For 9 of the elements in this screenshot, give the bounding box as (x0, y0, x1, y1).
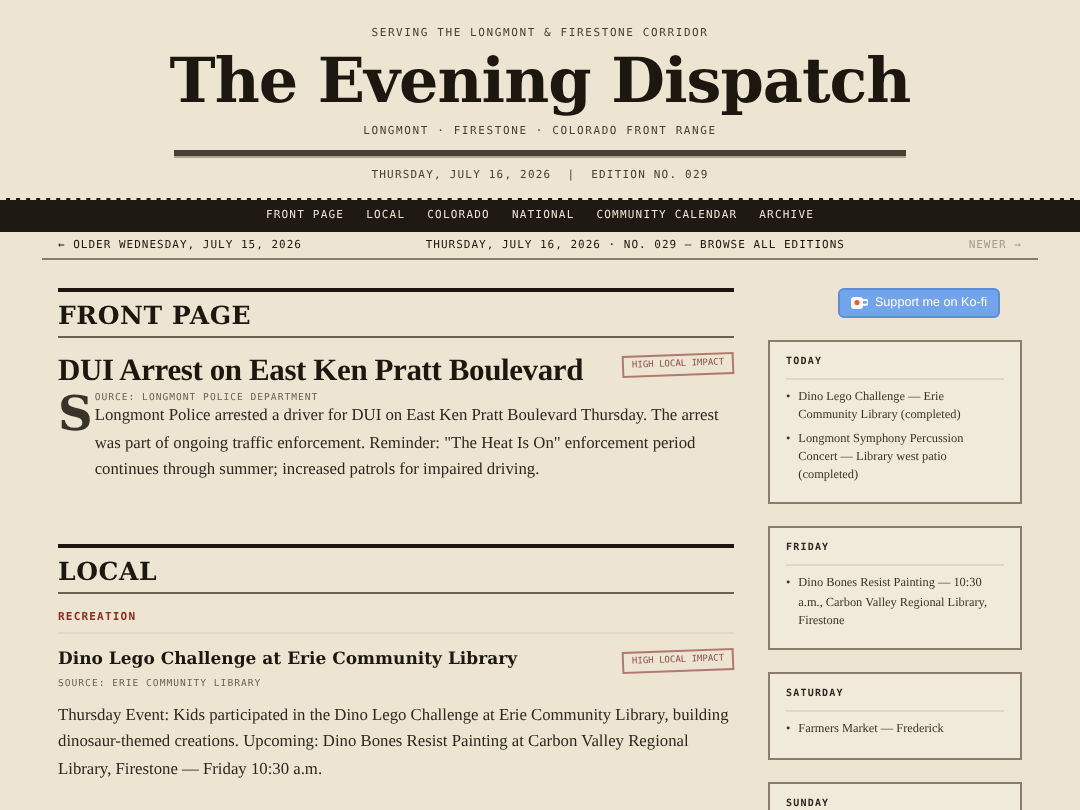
headline[interactable]: Dino Lego Challenge at Erie Community Library (58, 649, 518, 669)
article-body: Thursday Event: Kids participated in the Dino Lego Challenge at Erie Community Library, building dinosaur-themed creations. Upcoming: Dino Bones Resist Painting at Carbon Valley Regional Library, Firestone — Friday 10:30 a.m. (58, 703, 731, 782)
newspaper-title: The Evening Dispatch (169, 46, 911, 118)
section-heading: LOCAL (58, 547, 734, 593)
drop-cap: S (58, 390, 93, 438)
cup-icon (850, 296, 869, 310)
article-body: Longmont Police arrested a driver for DUI on East Ken Pratt Boulevard Thursday. The arrest was part of ongoing traffic enforcement. Reminder: "The Heat Is On" enforcement period continues through summer; increased patrols for impaired driving. (94, 404, 721, 482)
section-heading: FRONT PAGE (58, 292, 734, 338)
headline[interactable]: DUI Arrest on East Ken Pratt Boulevard (58, 354, 583, 390)
